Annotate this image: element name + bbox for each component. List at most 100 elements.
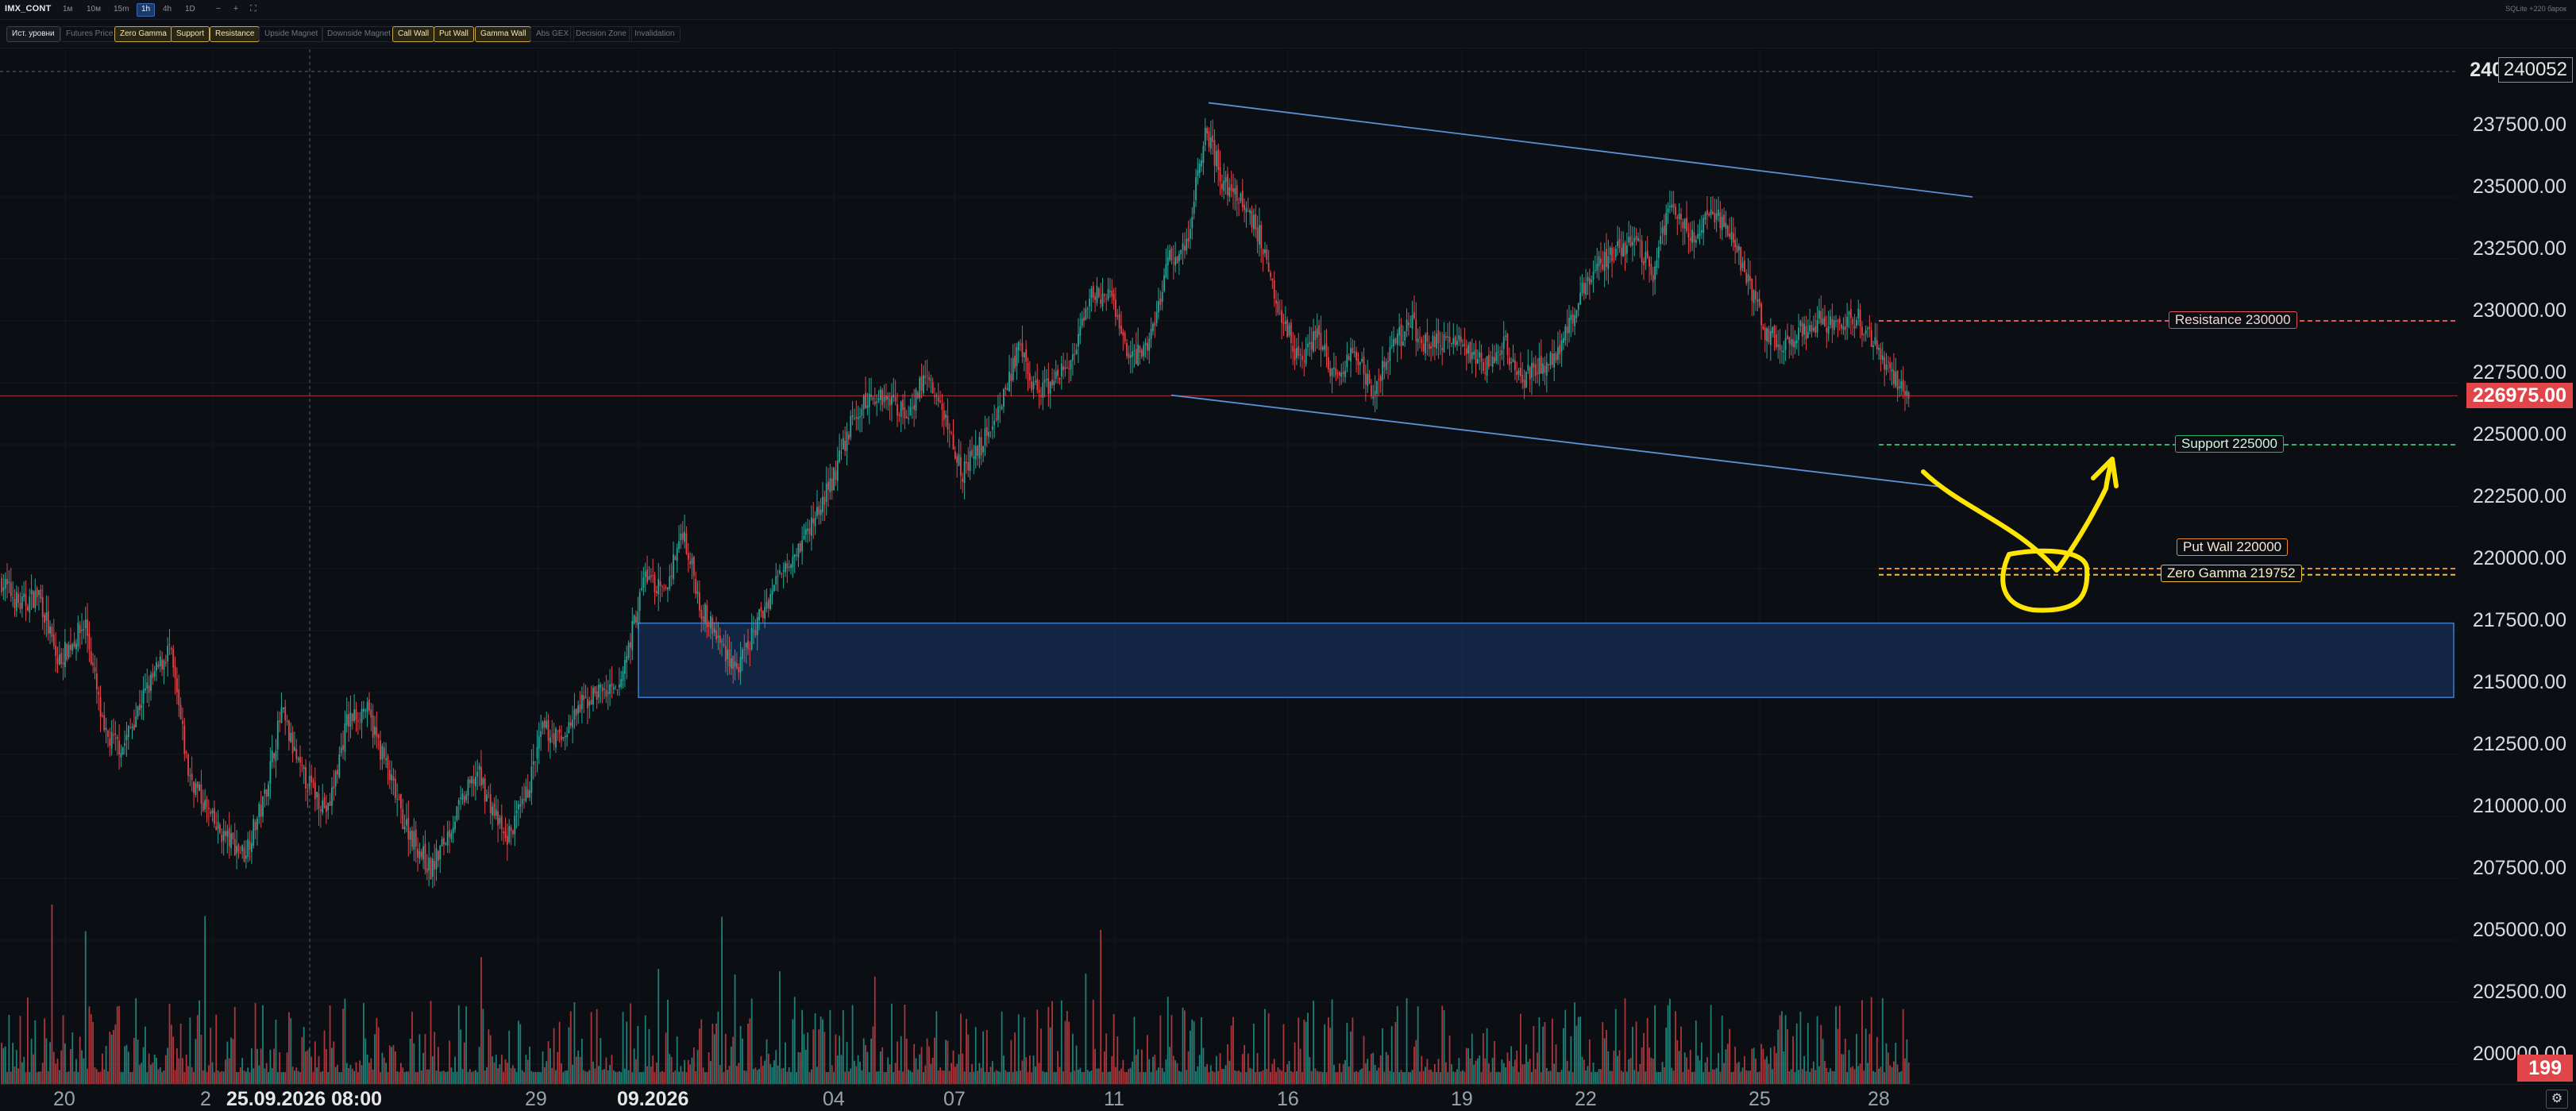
volume-bar xyxy=(1490,1071,1492,1084)
volume-bar xyxy=(1592,1063,1595,1084)
volume-bar xyxy=(974,1027,977,1084)
layer-toggle-zero-gamma[interactable]: Zero Gamma xyxy=(114,26,172,42)
timeframe-1h[interactable]: 1h xyxy=(137,3,156,17)
volume-bar xyxy=(392,1044,395,1084)
volume-bar xyxy=(1768,1063,1770,1084)
volume-bar xyxy=(1055,1071,1057,1084)
volume-bar xyxy=(1393,1071,1394,1084)
candle-body xyxy=(1321,346,1324,350)
candle-body xyxy=(376,727,378,737)
price-tick-220000: 220000.00 xyxy=(2472,547,2566,569)
support-level-label[interactable]: Support 225000 xyxy=(2175,435,2284,453)
volume-bar xyxy=(1240,1071,1242,1084)
candle-body xyxy=(1036,379,1039,391)
candle-body xyxy=(825,483,827,503)
volume-bar xyxy=(1307,1013,1309,1084)
candle-body xyxy=(269,761,272,784)
volume-bar xyxy=(989,1067,992,1084)
layer-toggle-put-wall[interactable]: Put Wall xyxy=(434,26,474,42)
volume-bar xyxy=(873,976,876,1084)
layer-toggle-abs-gex[interactable]: Abs GEX xyxy=(530,26,575,42)
volume-bar xyxy=(1563,1028,1564,1084)
volume-bar xyxy=(1327,1017,1329,1084)
candle-body xyxy=(687,553,689,560)
candle-body xyxy=(1792,338,1794,347)
candle-body xyxy=(1736,245,1738,253)
volume-bar xyxy=(786,1071,789,1084)
candle-body xyxy=(980,437,982,456)
volume-bar xyxy=(1318,1071,1320,1084)
volume-bar xyxy=(1090,1070,1093,1084)
volume-bar xyxy=(905,1038,908,1084)
volume-bar xyxy=(721,916,723,1084)
minus-icon[interactable]: − xyxy=(213,3,224,15)
volume-bar xyxy=(1288,1060,1290,1084)
volume-bar xyxy=(1089,1071,1090,1084)
resistance-level-label[interactable]: Resistance 230000 xyxy=(2169,311,2297,329)
layer-toggle-decision-zone[interactable]: Decision Zone xyxy=(570,26,632,42)
timeframe-1m[interactable]: 1м xyxy=(59,3,76,15)
timeframe-4h[interactable]: 4h xyxy=(159,3,175,15)
candle-body xyxy=(472,779,475,785)
volume-bar xyxy=(1614,1009,1617,1084)
volume-bar xyxy=(909,1070,912,1084)
volume-bar xyxy=(1773,1046,1776,1084)
volume-bar xyxy=(1454,1071,1456,1084)
candle-body xyxy=(1725,222,1727,229)
volume-bar xyxy=(409,1038,411,1084)
candle-body xyxy=(848,434,850,440)
chart-settings-icon[interactable]: ⚙ xyxy=(2546,1090,2568,1109)
plus-icon[interactable]: + xyxy=(230,3,241,15)
layer-toggle-call-wall[interactable]: Call Wall xyxy=(392,26,435,42)
candle-body xyxy=(1352,347,1354,353)
candle-body xyxy=(124,743,125,746)
layer-toggle-invalidation[interactable]: Invalidation xyxy=(629,26,681,42)
volume-bar xyxy=(1794,1071,1796,1084)
fullscreen-icon[interactable]: ⛶ xyxy=(248,3,259,15)
candle-body xyxy=(1570,314,1572,320)
volume-bar xyxy=(1148,1059,1151,1084)
volume-bar xyxy=(891,1003,893,1084)
layer-toggle-downside-magnet[interactable]: Downside Magnet xyxy=(322,26,397,42)
layer-toggle-support[interactable]: Support xyxy=(171,26,210,42)
candle-body xyxy=(844,440,846,452)
layer-toggle-upside-magnet[interactable]: Upside Magnet xyxy=(259,26,324,42)
volume-bar xyxy=(323,1030,326,1084)
layer-toggle-historical-levels[interactable]: Ист. уровни xyxy=(6,26,60,42)
candle-body xyxy=(831,478,833,492)
volume-bar xyxy=(118,1005,120,1084)
volume-bar xyxy=(519,1024,522,1084)
symbol-label[interactable]: IMX_CONT xyxy=(5,4,51,14)
candle-body xyxy=(754,630,757,636)
volume-bar xyxy=(1635,1021,1637,1084)
layer-toggle-resistance[interactable]: Resistance xyxy=(210,26,260,42)
timeframe-10m[interactable]: 10м xyxy=(83,3,105,15)
candle-body xyxy=(1494,357,1495,364)
volume-bar xyxy=(439,1071,442,1084)
volume-bar xyxy=(1234,1070,1236,1084)
volume-bar xyxy=(868,1071,870,1084)
layer-toggle-gamma-wall[interactable]: Gamma Wall xyxy=(475,26,532,42)
volume-bar xyxy=(1232,1016,1234,1084)
volume-bar xyxy=(954,1067,956,1084)
volume-bar xyxy=(142,1047,145,1084)
volume-bar xyxy=(1316,1070,1318,1084)
timeframe-15m[interactable]: 15m xyxy=(110,3,133,15)
candle-body xyxy=(1139,345,1141,353)
candle-body xyxy=(329,801,331,806)
volume-bar xyxy=(176,1047,178,1084)
timeframe-1d[interactable]: 1D xyxy=(181,3,199,15)
candle-body xyxy=(1465,348,1467,354)
put-wall-level-label[interactable]: Put Wall 220000 xyxy=(2177,538,2289,556)
volume-bar xyxy=(984,1071,986,1084)
candle-body xyxy=(1891,368,1893,372)
candle-body xyxy=(15,592,17,611)
volume-bar xyxy=(322,1070,324,1084)
volume-bar xyxy=(475,1070,476,1084)
volume-bar xyxy=(1641,1047,1643,1084)
zero-gamma-level-label[interactable]: Zero Gamma 219752 xyxy=(2161,565,2302,582)
candle-body xyxy=(1264,249,1266,253)
candle-body xyxy=(1064,367,1066,369)
candle-body xyxy=(1803,323,1805,335)
layer-toggle-futures-price[interactable]: Futures Price xyxy=(60,26,119,42)
